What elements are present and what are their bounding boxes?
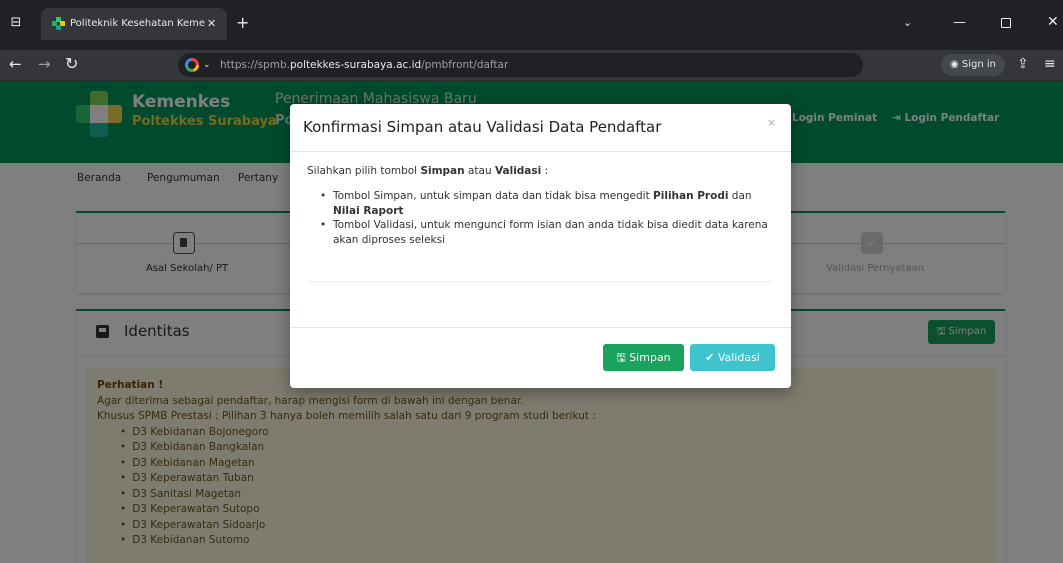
minimize-icon[interactable]: —	[953, 13, 966, 33]
chevron-down-icon[interactable]: ⌄	[903, 13, 912, 33]
validasi-label: Validasi	[717, 351, 760, 364]
menu-icon[interactable]: ≡	[1044, 54, 1056, 74]
modal-list: Tombol Simpan, untuk simpan data dan tid…	[320, 189, 775, 247]
simpan-label: Simpan	[629, 351, 671, 364]
modal-intro: Silahkan pilih tombol Simpan atau Valida…	[307, 165, 548, 177]
tab-title: Politeknik Kesehatan Kemenkes	[70, 18, 205, 29]
sign-in-button[interactable]: ◉ Sign in	[941, 54, 1005, 76]
browser-tab-strip: ⊟ Politeknik Kesehatan Kemenkes ✕ + ⌄ — …	[0, 0, 1063, 50]
intro-validasi: Validasi	[494, 165, 542, 177]
modal-validasi-button[interactable]: ✔ Validasi	[690, 344, 775, 371]
favicon-icon	[52, 17, 65, 30]
modal-title: Konfirmasi Simpan atau Validasi Data Pen…	[303, 118, 662, 136]
intro-text: Silahkan pilih tombol	[307, 165, 421, 177]
modal-simpan-button[interactable]: 🖫 Simpan	[603, 344, 684, 371]
google-icon[interactable]	[185, 58, 199, 72]
url-prefix: https://spmb.	[220, 59, 291, 71]
user-icon: ◉	[949, 59, 959, 70]
close-icon[interactable]: ✕	[207, 16, 216, 31]
reload-icon[interactable]: ↻	[65, 53, 78, 75]
close-icon[interactable]: ×	[767, 116, 776, 129]
forward-arrow-icon[interactable]: →	[38, 54, 51, 74]
back-arrow-icon[interactable]: ←	[9, 54, 22, 74]
maximize-icon[interactable]	[1001, 18, 1011, 28]
divider	[290, 327, 791, 328]
url-path: /pmbfront/daftar	[421, 59, 509, 71]
plus-icon[interactable]: +	[236, 13, 249, 33]
bullet-text: dan	[728, 190, 752, 202]
modal-bullet-validasi: Tombol Validasi, untuk mengunci form isi…	[320, 218, 775, 247]
modal-bullet-simpan: Tombol Simpan, untuk simpan data dan tid…	[320, 189, 775, 218]
divider	[307, 281, 773, 282]
bullet-text: Tombol Simpan, untuk simpan data dan tid…	[333, 190, 654, 202]
chevron-down-icon[interactable]: ⌄	[203, 57, 211, 73]
divider	[290, 151, 791, 152]
intro-text: atau	[464, 165, 495, 177]
address-bar[interactable]: ⌄ https://spmb.poltekkes-surabaya.ac.id/…	[178, 53, 863, 77]
url-domain: poltekkes-surabaya.ac.id	[290, 59, 422, 71]
check-icon: ✔	[705, 351, 715, 364]
intro-simpan: Simpan	[420, 165, 465, 177]
confirm-modal: Konfirmasi Simpan atau Validasi Data Pen…	[290, 104, 791, 388]
save-icon: 🖫	[616, 351, 626, 364]
tab-search-icon[interactable]: ⊟	[6, 13, 26, 33]
browser-toolbar: ← → ↻ ⌄ https://spmb.poltekkes-surabaya.…	[0, 50, 1063, 81]
close-window-icon[interactable]: ✕	[1047, 12, 1059, 32]
bullet-bold: Nilai Raport	[333, 204, 404, 217]
browser-tab[interactable]: Politeknik Kesehatan Kemenkes ✕	[41, 8, 227, 40]
intro-text: :	[541, 165, 549, 177]
share-icon[interactable]: ⇪	[1017, 54, 1029, 74]
url-text[interactable]: https://spmb.poltekkes-surabaya.ac.id/pm…	[220, 57, 508, 73]
sign-in-label: Sign in	[961, 59, 997, 70]
bullet-bold: Pilihan Prodi	[653, 190, 729, 202]
